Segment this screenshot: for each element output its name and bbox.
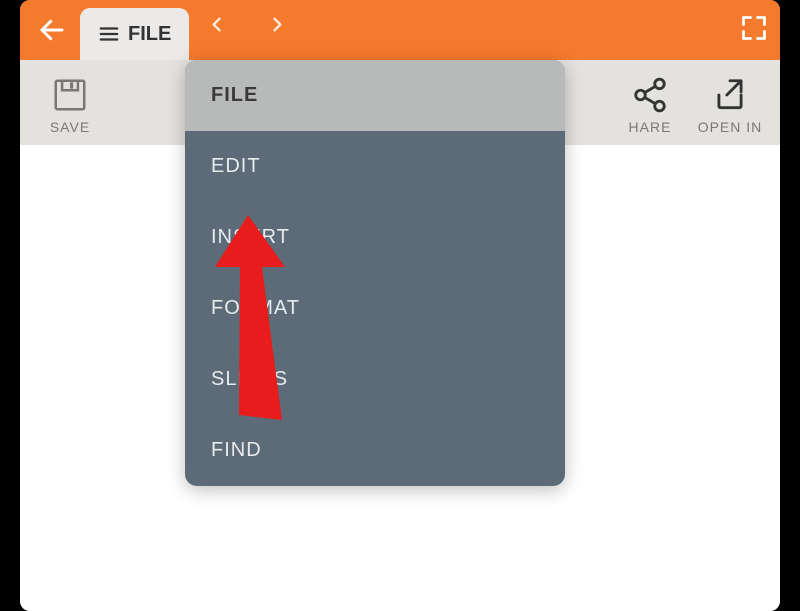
- back-button[interactable]: [32, 10, 72, 50]
- file-menu-tab[interactable]: FILE: [80, 8, 189, 60]
- undo-icon: [209, 14, 237, 42]
- save-icon: [51, 76, 89, 114]
- open-in-icon: [711, 76, 749, 114]
- menu-item-label: SLIDES: [211, 368, 288, 390]
- redo-button[interactable]: [257, 14, 285, 47]
- undo-button[interactable]: [209, 14, 237, 47]
- app-frame: FILE SAVE: [20, 0, 780, 611]
- file-tab-label: FILE: [128, 23, 171, 46]
- menu-item-file[interactable]: FILE: [185, 60, 565, 131]
- menu-item-label: FIND: [211, 439, 262, 461]
- open-in-label: OPEN IN: [698, 119, 763, 135]
- menu-item-insert[interactable]: INSERT: [185, 202, 565, 273]
- expand-icon: [740, 14, 768, 42]
- redo-icon: [257, 14, 285, 42]
- open-in-button[interactable]: OPEN IN: [690, 75, 770, 135]
- back-arrow-icon: [37, 15, 67, 45]
- menu-item-edit[interactable]: EDIT: [185, 131, 565, 202]
- menu-item-label: EDIT: [211, 155, 261, 177]
- menu-item-find[interactable]: FIND: [185, 415, 565, 486]
- share-icon: [631, 76, 669, 114]
- hamburger-icon: [98, 23, 120, 45]
- undo-redo-group: [209, 14, 285, 47]
- file-dropdown-menu: FILE EDIT INSERT FORMAT SLIDES FIND: [185, 60, 565, 486]
- top-bar: FILE: [20, 0, 780, 60]
- share-label: HARE: [629, 119, 672, 135]
- menu-item-format[interactable]: FORMAT: [185, 273, 565, 344]
- menu-item-label: FORMAT: [211, 297, 300, 319]
- share-button[interactable]: HARE: [610, 75, 690, 135]
- menu-item-slides[interactable]: SLIDES: [185, 344, 565, 415]
- save-label: SAVE: [50, 119, 90, 135]
- menu-item-label: FILE: [211, 84, 258, 106]
- menu-item-label: INSERT: [211, 226, 290, 248]
- fullscreen-button[interactable]: [740, 14, 768, 47]
- save-button[interactable]: SAVE: [30, 75, 110, 135]
